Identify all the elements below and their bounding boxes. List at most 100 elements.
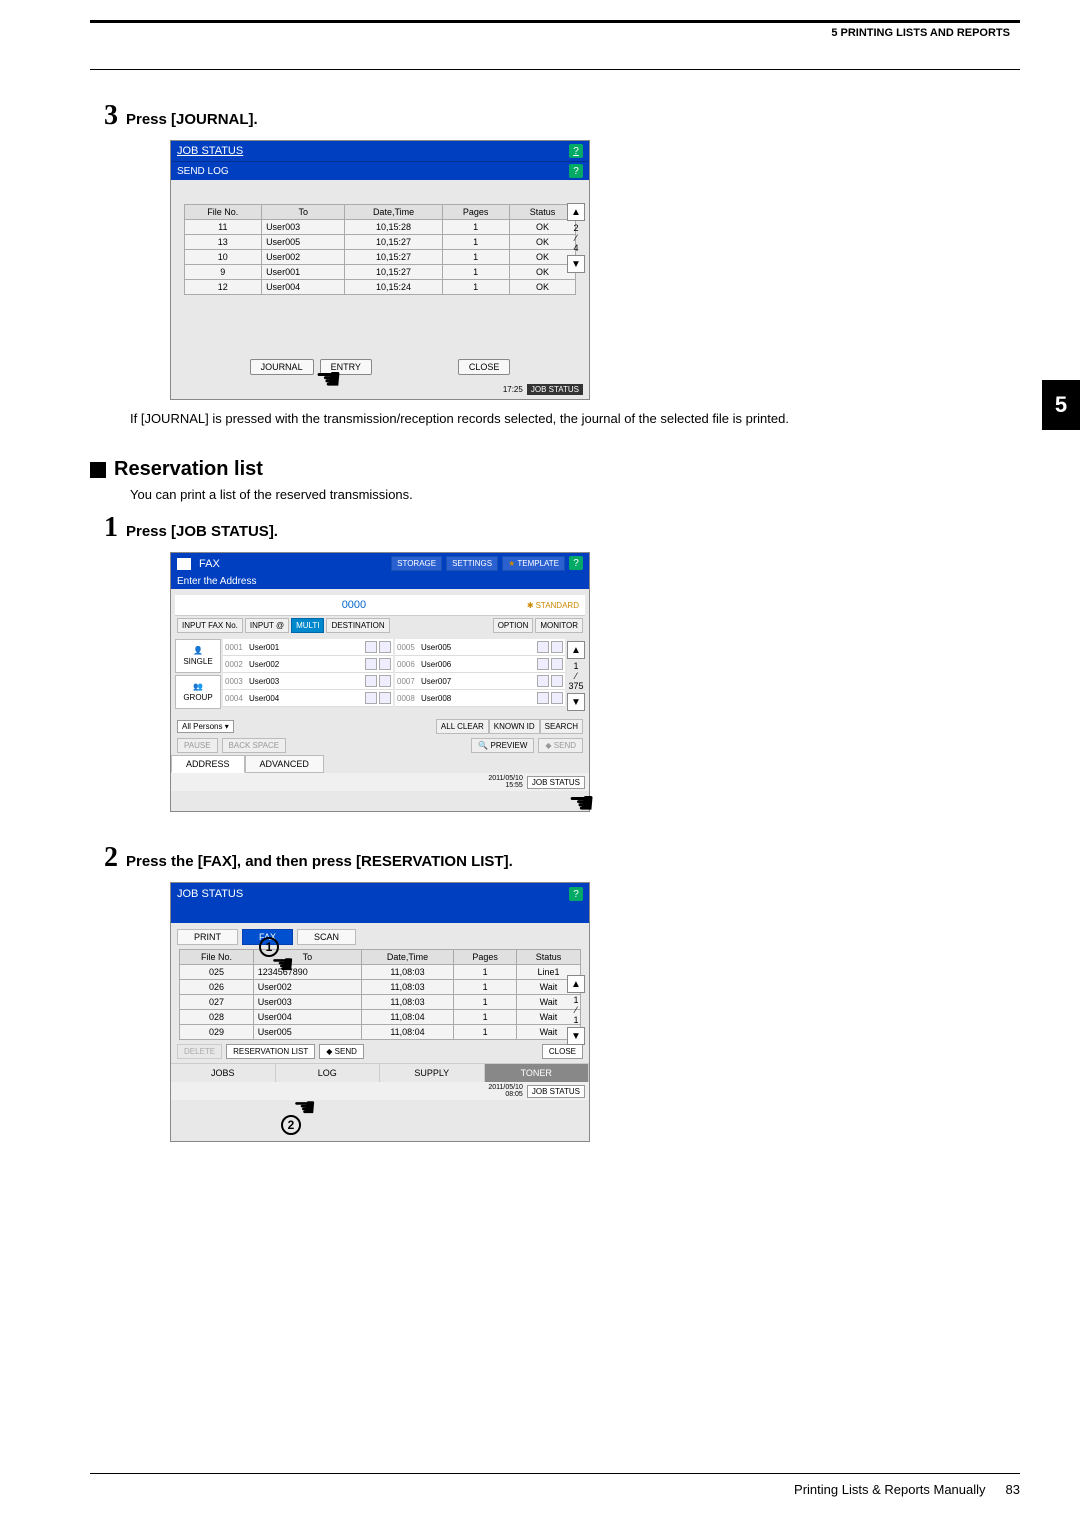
- date-label: 2011/05/10 08:05: [488, 1084, 523, 1098]
- jobstatus-title: JOB STATUS: [177, 888, 243, 900]
- reservation-list-button[interactable]: RESERVATION LIST: [226, 1044, 315, 1059]
- table-row[interactable]: 13User00510,15:271OK: [184, 235, 576, 250]
- help-icon[interactable]: ?: [569, 887, 583, 901]
- delete-button[interactable]: DELETE: [177, 1044, 222, 1059]
- mail-icon[interactable]: [551, 641, 563, 653]
- hand-pointer-icon: ☚: [293, 1092, 316, 1123]
- mail-icon[interactable]: [379, 675, 391, 687]
- address-item[interactable]: 0006User006: [395, 656, 565, 673]
- settings-button[interactable]: SETTINGS: [446, 556, 498, 571]
- table-row[interactable]: 028User00411,08:041Wait: [180, 1010, 580, 1025]
- journal-button[interactable]: JOURNAL: [250, 359, 314, 375]
- scroll-down-icon[interactable]: ▼: [567, 255, 585, 273]
- scroll-down-icon[interactable]: ▼: [567, 1027, 585, 1045]
- page-frac-bot: 1: [573, 1015, 578, 1025]
- header-bar: [90, 20, 1020, 23]
- jobstatus-button[interactable]: JOB STATUS: [527, 1085, 585, 1098]
- address-item[interactable]: 0001User001: [223, 639, 393, 656]
- help-icon[interactable]: ?: [569, 144, 583, 158]
- mail-icon[interactable]: [379, 641, 391, 653]
- search-button[interactable]: SEARCH: [540, 719, 583, 734]
- close-button[interactable]: CLOSE: [458, 359, 511, 375]
- fax-icon: [177, 558, 191, 570]
- col-status: Status: [509, 205, 576, 220]
- mail-icon[interactable]: [379, 692, 391, 704]
- preview-button[interactable]: 🔍 PREVIEW: [471, 738, 534, 753]
- toner-tab[interactable]: TONER: [485, 1064, 590, 1082]
- table-row[interactable]: 12User00410,15:241OK: [184, 280, 576, 295]
- storage-button[interactable]: STORAGE: [391, 556, 442, 571]
- standard-badge: ✱STANDARD: [527, 601, 579, 610]
- help-icon[interactable]: ?: [569, 556, 583, 570]
- date-label: 2011/05/10 15:55: [488, 775, 523, 789]
- scroll-down-icon[interactable]: ▼: [567, 693, 585, 711]
- screenshot-send-log: JOB STATUS ? SEND LOG ? File No. To Date…: [170, 140, 590, 400]
- fax-icon[interactable]: [365, 692, 377, 704]
- scroll-up-icon[interactable]: ▲: [567, 203, 585, 221]
- tab-advanced[interactable]: ADVANCED: [245, 755, 324, 773]
- fax-icon[interactable]: [537, 658, 549, 670]
- table-row[interactable]: 10User00210,15:271OK: [184, 250, 576, 265]
- fax-icon[interactable]: [365, 641, 377, 653]
- scroll-up-icon[interactable]: ▲: [567, 975, 585, 993]
- table-row[interactable]: 11User00310,15:281OK: [184, 220, 576, 235]
- template-button[interactable]: ★ TEMPLATE: [502, 556, 565, 571]
- send-button[interactable]: ◆ SEND: [319, 1044, 364, 1059]
- col-pages: Pages: [454, 950, 517, 965]
- col-pages: Pages: [442, 205, 509, 220]
- destination-button[interactable]: DESTINATION: [326, 618, 389, 633]
- step1-number: 1: [90, 512, 126, 544]
- mail-icon[interactable]: [551, 692, 563, 704]
- allpersons-select[interactable]: All Persons ▾: [177, 720, 234, 733]
- sendlog-label: SEND LOG: [177, 166, 229, 177]
- help-icon[interactable]: ?: [569, 164, 583, 178]
- fax-icon[interactable]: [537, 641, 549, 653]
- allclear-button[interactable]: ALL CLEAR: [436, 719, 489, 734]
- fax-icon[interactable]: [365, 675, 377, 687]
- time-label: 17:25: [503, 385, 523, 394]
- input-at-button[interactable]: INPUT @: [245, 618, 289, 633]
- chapter-side-tab: 5: [1042, 380, 1080, 430]
- log-tab[interactable]: LOG: [276, 1064, 381, 1082]
- table-row[interactable]: 025123456789011,08:031Line1: [180, 965, 580, 980]
- step2-text: Press the [FAX], and then press [RESERVA…: [126, 853, 513, 870]
- mail-icon[interactable]: [551, 658, 563, 670]
- monitor-button[interactable]: MONITOR: [535, 618, 583, 633]
- supply-tab[interactable]: SUPPLY: [380, 1064, 485, 1082]
- mail-icon[interactable]: [551, 675, 563, 687]
- address-item[interactable]: 0008User008: [395, 690, 565, 707]
- pause-button[interactable]: PAUSE: [177, 738, 218, 753]
- address-item[interactable]: 0002User002: [223, 656, 393, 673]
- table-row[interactable]: 9User00110,15:271OK: [184, 265, 576, 280]
- jobs-tab[interactable]: JOBS: [171, 1064, 276, 1082]
- tab-address[interactable]: ADDRESS: [171, 755, 245, 773]
- top-rule: [90, 69, 1020, 70]
- address-item[interactable]: 0003User003: [223, 673, 393, 690]
- send-button[interactable]: ◆ SEND: [538, 738, 583, 753]
- group-tab[interactable]: 👥GROUP: [175, 675, 221, 709]
- backspace-button[interactable]: BACK SPACE: [222, 738, 287, 753]
- sendlog-table: File No. To Date,Time Pages Status 11Use…: [184, 204, 577, 295]
- single-tab[interactable]: 👤SINGLE: [175, 639, 221, 673]
- option-button[interactable]: OPTION: [493, 618, 534, 633]
- jobstatus-pill[interactable]: JOB STATUS: [527, 384, 583, 395]
- scan-tab[interactable]: SCAN: [297, 929, 356, 945]
- page-frac-top: 2: [573, 223, 578, 233]
- scroll-up-icon[interactable]: ▲: [567, 641, 585, 659]
- multi-button[interactable]: MULTI: [291, 618, 324, 633]
- address-item[interactable]: 0004User004: [223, 690, 393, 707]
- address-item[interactable]: 0005User005: [395, 639, 565, 656]
- fax-icon[interactable]: [365, 658, 377, 670]
- fax-icon[interactable]: [537, 692, 549, 704]
- input-faxno-button[interactable]: INPUT FAX No.: [177, 618, 243, 633]
- print-tab[interactable]: PRINT: [177, 929, 238, 945]
- mail-icon[interactable]: [379, 658, 391, 670]
- address-item[interactable]: 0007User007: [395, 673, 565, 690]
- fax-jobs-table: File No. To Date,Time Pages Status 02512…: [179, 949, 580, 1040]
- table-row[interactable]: 026User00211,08:031Wait: [180, 980, 580, 995]
- knownid-button[interactable]: KNOWN ID: [489, 719, 540, 734]
- page-frac-div: ⁄: [575, 233, 577, 243]
- table-row[interactable]: 027User00311,08:031Wait: [180, 995, 580, 1010]
- fax-icon[interactable]: [537, 675, 549, 687]
- table-row[interactable]: 029User00511,08:041Wait: [180, 1025, 580, 1040]
